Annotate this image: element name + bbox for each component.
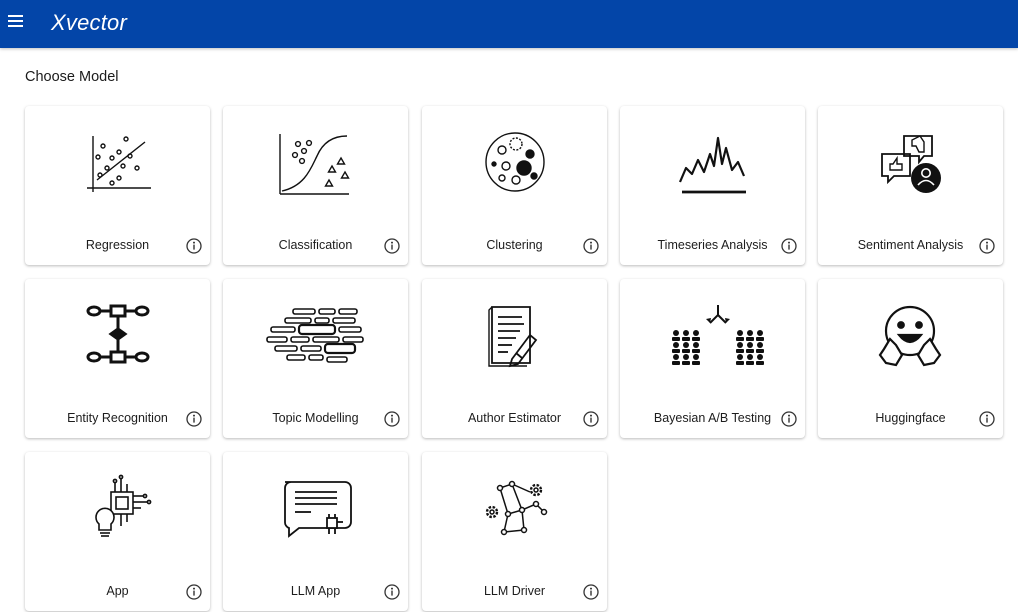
ab-testing-icon	[672, 305, 764, 365]
info-icon[interactable]	[583, 584, 599, 600]
card-label: Classification	[278, 238, 353, 252]
info-icon[interactable]	[979, 411, 995, 427]
topic-blocks-icon	[266, 308, 364, 363]
model-card-classification[interactable]: Classification	[223, 106, 408, 265]
huggingface-icon	[878, 305, 942, 367]
model-card-bayesian-ab-testing[interactable]: Bayesian A/B Testing	[620, 279, 805, 438]
info-icon[interactable]	[384, 238, 400, 254]
card-label: Sentiment Analysis	[857, 238, 964, 252]
info-icon[interactable]	[186, 411, 202, 427]
card-label: Timeseries Analysis	[657, 238, 768, 252]
model-card-timeseries-analysis[interactable]: Timeseries Analysis	[620, 106, 805, 265]
card-label: Bayesian A/B Testing	[653, 411, 772, 425]
model-card-topic-modelling[interactable]: Topic Modelling	[223, 279, 408, 438]
card-label: App	[106, 584, 129, 598]
card-label: LLM App	[290, 584, 341, 598]
model-card-llm-driver[interactable]: LLM Driver	[422, 452, 607, 611]
model-card-clustering[interactable]: Clustering	[422, 106, 607, 265]
app-bar: Xvector	[0, 0, 1018, 48]
info-icon[interactable]	[384, 411, 400, 427]
clustering-icon	[485, 132, 545, 192]
card-label: Huggingface	[875, 411, 946, 425]
card-label: Author Estimator	[467, 411, 562, 425]
info-icon[interactable]	[583, 411, 599, 427]
model-card-app[interactable]: App	[25, 452, 210, 611]
model-card-author-estimator[interactable]: Author Estimator	[422, 279, 607, 438]
classification-plot-icon	[279, 134, 350, 195]
info-icon[interactable]	[384, 584, 400, 600]
network-gears-icon	[485, 480, 548, 536]
document-pen-icon	[488, 306, 538, 368]
page-title: Choose Model	[25, 69, 119, 85]
card-label: Regression	[85, 238, 150, 252]
card-label: Topic Modelling	[272, 411, 359, 425]
model-card-entity-recognition[interactable]: Entity Recognition	[25, 279, 210, 438]
entity-graph-icon	[86, 304, 150, 364]
model-card-llm-app[interactable]: LLM App	[223, 452, 408, 611]
scatter-plot-icon	[87, 136, 151, 192]
info-icon[interactable]	[186, 584, 202, 600]
app-logo[interactable]: Xvector	[51, 10, 127, 36]
info-icon[interactable]	[583, 238, 599, 254]
chip-bulb-icon	[95, 474, 152, 537]
info-icon[interactable]	[979, 238, 995, 254]
model-card-huggingface[interactable]: Huggingface	[818, 279, 1003, 438]
timeseries-icon	[678, 136, 746, 194]
model-card-regression[interactable]: Regression	[25, 106, 210, 265]
card-label: Entity Recognition	[67, 411, 168, 425]
info-icon[interactable]	[781, 238, 797, 254]
sentiment-icon	[881, 135, 941, 193]
card-label: LLM Driver	[483, 584, 546, 598]
info-icon[interactable]	[781, 411, 797, 427]
info-icon[interactable]	[186, 238, 202, 254]
card-label: Clustering	[486, 238, 543, 252]
model-card-sentiment-analysis[interactable]: Sentiment Analysis	[818, 106, 1003, 265]
hamburger-menu-icon[interactable]	[6, 12, 26, 32]
chat-chip-icon	[284, 481, 352, 538]
